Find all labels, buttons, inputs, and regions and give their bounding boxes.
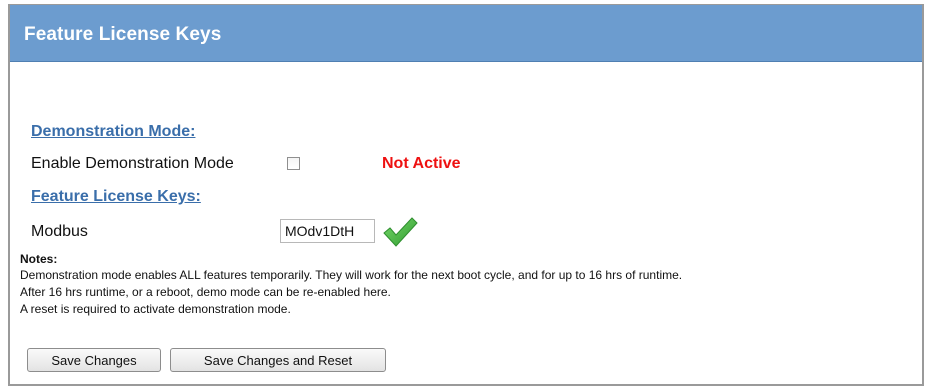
panel-header: Feature License Keys — [10, 5, 922, 62]
note-line: After 16 hrs runtime, or a reboot, demo … — [20, 285, 391, 299]
modbus-key-input[interactable] — [280, 219, 375, 243]
note-line: Demonstration mode enables ALL features … — [20, 268, 683, 282]
demonstration-status: Not Active — [382, 155, 461, 172]
enable-demonstration-checkbox[interactable] — [287, 157, 300, 170]
note-line: A reset is required to activate demonstr… — [20, 302, 291, 316]
checkmark-icon — [383, 217, 418, 247]
demonstration-mode-link[interactable]: Demonstration Mode: — [31, 123, 195, 141]
modbus-label: Modbus — [31, 223, 88, 240]
feature-license-panel: Feature License Keys Demonstration Mode:… — [8, 4, 924, 386]
enable-demonstration-label: Enable Demonstration Mode — [31, 155, 234, 172]
save-changes-button[interactable]: Save Changes — [27, 348, 161, 372]
panel-title: Feature License Keys — [24, 24, 222, 45]
notes-title: Notes: — [20, 252, 58, 266]
feature-license-keys-link[interactable]: Feature License Keys: — [31, 188, 201, 206]
save-changes-and-reset-button[interactable]: Save Changes and Reset — [170, 348, 386, 372]
panel-body: Demonstration Mode: Enable Demonstration… — [10, 62, 922, 384]
